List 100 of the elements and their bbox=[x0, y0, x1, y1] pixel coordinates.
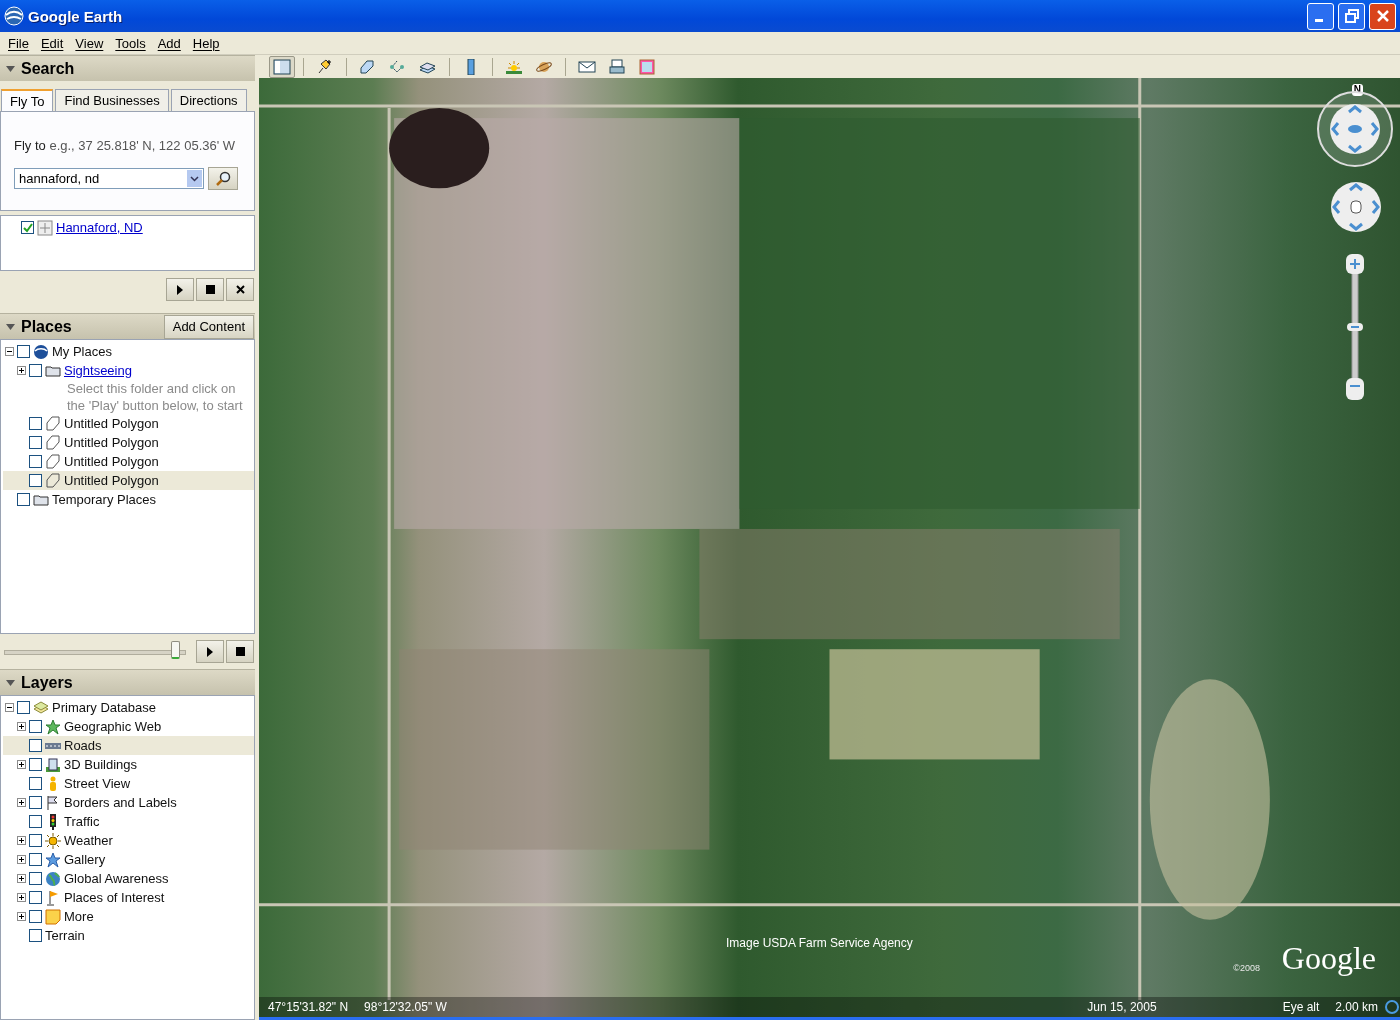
tree-item[interactable]: Untitled Polygon bbox=[3, 414, 254, 433]
polygon-icon bbox=[45, 472, 61, 489]
tab[interactable]: Fly To bbox=[1, 89, 54, 112]
tree-item[interactable]: Global Awareness bbox=[3, 869, 254, 889]
expand-icon[interactable] bbox=[17, 722, 26, 732]
minimize-button[interactable] bbox=[1307, 2, 1334, 30]
tree-item[interactable]: Traffic bbox=[3, 812, 254, 832]
tree-item[interactable]: Sightseeing bbox=[3, 361, 254, 380]
checkbox[interactable] bbox=[29, 891, 42, 905]
stop-button[interactable] bbox=[226, 640, 254, 664]
tree-item-label: Global Awareness bbox=[64, 871, 169, 887]
tree-item[interactable]: Terrain bbox=[3, 926, 254, 946]
tree-item-label: Weather bbox=[64, 833, 113, 849]
tree-item[interactable]: Places of Interest bbox=[3, 888, 254, 908]
polygon-icon bbox=[45, 453, 61, 470]
slider-thumb[interactable] bbox=[1347, 323, 1363, 331]
tree-item-label: Borders and Labels bbox=[64, 795, 177, 811]
checkbox[interactable] bbox=[29, 417, 42, 430]
tree-item[interactable]: My Places bbox=[3, 342, 254, 361]
tree-item-label: 3D Buildings bbox=[64, 757, 137, 773]
expand-icon[interactable] bbox=[17, 874, 26, 884]
expand-icon[interactable] bbox=[17, 893, 26, 903]
sun-icon bbox=[45, 832, 61, 849]
menu-item[interactable]: File bbox=[2, 35, 35, 51]
checkbox[interactable] bbox=[29, 910, 42, 924]
collapse-icon[interactable] bbox=[5, 703, 14, 713]
tree-item-label: Untitled Polygon bbox=[64, 416, 159, 431]
tree-item[interactable]: Temporary Places bbox=[3, 490, 254, 509]
tab[interactable]: Directions bbox=[170, 89, 247, 111]
play-button[interactable] bbox=[166, 278, 194, 301]
expand-icon[interactable] bbox=[17, 760, 26, 770]
result-item[interactable]: Hannaford, ND bbox=[5, 218, 254, 237]
window-title: Google Earth bbox=[28, 7, 124, 25]
slider-thumb[interactable] bbox=[170, 641, 180, 660]
checkbox[interactable] bbox=[29, 474, 42, 487]
menu-item[interactable]: Edit bbox=[34, 35, 70, 51]
tree-item[interactable]: More bbox=[3, 907, 254, 927]
checkbox[interactable] bbox=[29, 834, 42, 848]
tree-item[interactable]: 3D Buildings bbox=[3, 755, 254, 775]
search-button[interactable] bbox=[208, 167, 238, 190]
checkbox[interactable] bbox=[17, 701, 30, 715]
tree-item-label: Untitled Polygon bbox=[64, 435, 159, 450]
copyright-text: ©2008 bbox=[1233, 963, 1260, 973]
checkbox[interactable] bbox=[29, 436, 42, 449]
checkbox[interactable] bbox=[29, 796, 42, 810]
tab[interactable]: Find Businesses bbox=[55, 89, 169, 111]
tree-item[interactable]: Roads bbox=[3, 736, 254, 756]
tree-item[interactable]: Untitled Polygon bbox=[3, 452, 254, 471]
search-field[interactable]: hannaford, nd bbox=[14, 168, 204, 189]
grid-icon bbox=[37, 219, 53, 236]
section-header[interactable]: Places Add Content bbox=[0, 313, 255, 339]
checkbox[interactable] bbox=[29, 853, 42, 867]
collapse-icon[interactable] bbox=[5, 347, 14, 356]
checkbox[interactable] bbox=[29, 815, 42, 829]
checkbox[interactable] bbox=[29, 720, 42, 734]
checkbox[interactable] bbox=[29, 929, 42, 943]
add-content-button[interactable]: Add Content bbox=[163, 314, 254, 339]
menu-item[interactable]: Tools bbox=[109, 35, 152, 51]
tree-item[interactable]: Borders and Labels bbox=[3, 793, 254, 813]
layers-icon bbox=[33, 699, 49, 716]
expand-icon[interactable] bbox=[17, 855, 26, 865]
checkbox[interactable] bbox=[29, 777, 42, 791]
tree-item[interactable]: Untitled Polygon bbox=[3, 471, 254, 490]
section-title: Search bbox=[21, 59, 76, 78]
expand-icon[interactable] bbox=[17, 912, 26, 922]
tree-item[interactable]: Untitled Polygon bbox=[3, 433, 254, 452]
tree-item[interactable]: Weather bbox=[3, 831, 254, 851]
move-control[interactable] bbox=[1330, 181, 1382, 233]
tree-link[interactable]: Sightseeing bbox=[64, 363, 132, 378]
expand-icon[interactable] bbox=[17, 366, 26, 375]
checkbox[interactable] bbox=[29, 758, 42, 772]
eye-altitude-label: Eye alt bbox=[1282, 1000, 1320, 1014]
checkbox[interactable] bbox=[17, 345, 30, 358]
checkbox[interactable] bbox=[29, 739, 42, 753]
checkbox[interactable] bbox=[29, 455, 42, 468]
expand-icon[interactable] bbox=[17, 798, 26, 808]
menu-item[interactable]: View bbox=[69, 35, 110, 51]
result-link[interactable]: Hannaford, ND bbox=[56, 220, 143, 235]
checkbox[interactable] bbox=[29, 364, 42, 377]
tree-item-label: Places of Interest bbox=[64, 890, 165, 906]
expand-icon[interactable] bbox=[17, 836, 26, 846]
menu-item[interactable]: Help bbox=[186, 35, 226, 51]
section-header[interactable]: Search bbox=[0, 55, 255, 81]
tree-item[interactable]: Street View bbox=[3, 774, 254, 794]
checkbox[interactable] bbox=[29, 872, 42, 886]
tree-item[interactable]: Gallery bbox=[3, 850, 254, 870]
tree-item[interactable]: Primary Database bbox=[3, 698, 254, 718]
zoom-slider[interactable] bbox=[1345, 254, 1365, 400]
dropdown-button[interactable] bbox=[187, 170, 202, 187]
stop-button[interactable] bbox=[196, 278, 224, 301]
tree-item[interactable]: Geographic Web bbox=[3, 717, 254, 737]
look-control[interactable] bbox=[1316, 90, 1394, 168]
checkbox[interactable] bbox=[17, 493, 30, 506]
section-header[interactable]: Layers bbox=[0, 669, 255, 696]
stop-icon bbox=[235, 647, 245, 657]
play-button[interactable] bbox=[196, 640, 224, 664]
checkbox[interactable] bbox=[21, 221, 34, 234]
close-button[interactable] bbox=[226, 278, 254, 301]
restore-button[interactable] bbox=[1338, 2, 1365, 30]
menu-item[interactable]: Add bbox=[151, 35, 187, 51]
